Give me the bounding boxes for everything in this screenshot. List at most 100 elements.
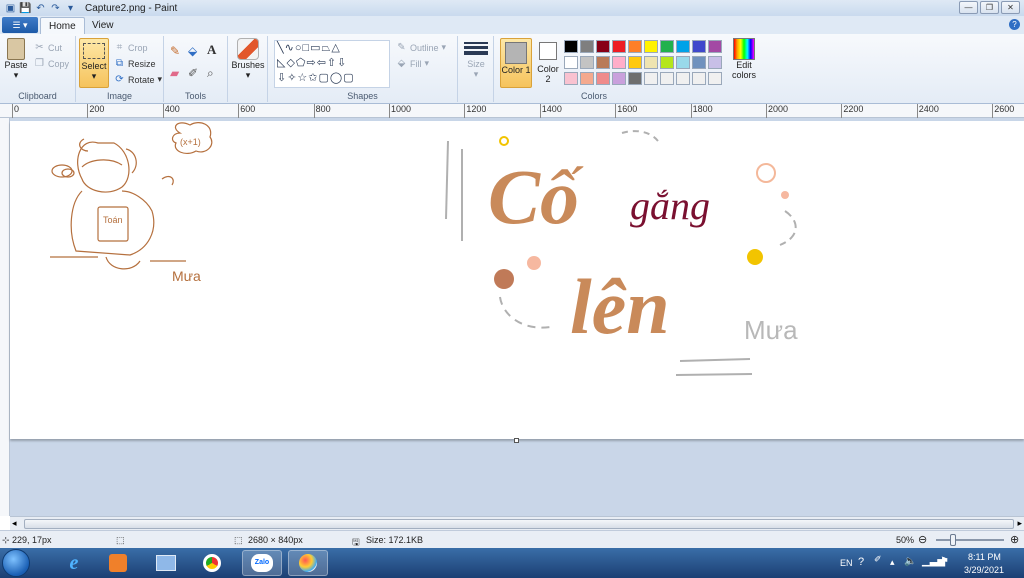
text-tool-icon[interactable]: A bbox=[207, 42, 216, 58]
palette-swatch[interactable] bbox=[580, 40, 594, 53]
pen-tray-icon[interactable]: ✐ bbox=[874, 554, 882, 565]
zoom-in-button[interactable]: ⊕ bbox=[1010, 533, 1019, 546]
media-player-icon[interactable] bbox=[98, 550, 138, 576]
palette-swatch[interactable] bbox=[708, 72, 722, 85]
horizontal-scrollbar[interactable]: ◂ ▸ bbox=[10, 516, 1024, 530]
palette-swatch[interactable] bbox=[564, 56, 578, 69]
palette-swatch[interactable] bbox=[596, 72, 610, 85]
zoom-slider[interactable] bbox=[936, 539, 1004, 541]
rotate-button[interactable]: ⟳ Rotate ▾ bbox=[114, 74, 162, 85]
zoom-slider-thumb[interactable] bbox=[950, 534, 956, 546]
start-button[interactable] bbox=[2, 549, 30, 577]
chrome-icon[interactable] bbox=[192, 550, 232, 576]
outline-label: Outline bbox=[410, 42, 439, 53]
shapes-gallery[interactable]: ╲∿○□▭⏢△ ◺◇⬠⇨⇦⇧⇩ ⇩✧☆✩▢◯▢ bbox=[274, 40, 390, 88]
ruler-label: 1800 bbox=[692, 104, 713, 114]
palette-swatch[interactable] bbox=[692, 56, 706, 69]
paint-taskbar-icon[interactable] bbox=[288, 550, 328, 576]
ruler-tick bbox=[615, 104, 617, 118]
palette-swatch[interactable] bbox=[580, 72, 594, 85]
palette-swatch[interactable] bbox=[660, 56, 674, 69]
palette-swatch[interactable] bbox=[644, 56, 658, 69]
signature-small: Mưa bbox=[172, 268, 201, 284]
palette-swatch[interactable] bbox=[628, 56, 642, 69]
zalo-icon[interactable]: Zalo bbox=[242, 550, 282, 576]
color2-button[interactable]: Color 2 bbox=[534, 42, 562, 84]
palette-swatch[interactable] bbox=[580, 56, 594, 69]
scroll-right-icon[interactable]: ▸ bbox=[1017, 518, 1022, 529]
undo-icon[interactable]: ↶ bbox=[34, 2, 47, 15]
palette-swatch[interactable] bbox=[596, 40, 610, 53]
internet-explorer-icon[interactable]: e bbox=[54, 550, 94, 576]
brushes-button[interactable]: Brushes ▾ bbox=[231, 38, 265, 81]
tab-view[interactable]: View bbox=[84, 17, 122, 34]
color1-button[interactable]: Color 1 bbox=[500, 38, 532, 88]
help-icon[interactable]: ? bbox=[1009, 19, 1020, 30]
palette-swatch[interactable] bbox=[628, 40, 642, 53]
palette-swatch[interactable] bbox=[692, 72, 706, 85]
color-picker-icon[interactable]: ✐ bbox=[188, 66, 198, 80]
palette-swatch[interactable] bbox=[596, 56, 610, 69]
zoom-out-button[interactable]: ⊖ bbox=[918, 533, 927, 546]
paint-menu-button[interactable]: ☰ ▾ bbox=[2, 17, 38, 33]
crop-button[interactable]: ⌗ Crop bbox=[114, 42, 148, 53]
vertical-ruler bbox=[0, 118, 10, 516]
pencil-icon[interactable]: ✎ bbox=[170, 44, 180, 58]
save-icon[interactable]: 💾 bbox=[19, 2, 32, 15]
ruler-tick bbox=[313, 104, 315, 118]
file-explorer-icon[interactable] bbox=[146, 550, 186, 576]
palette-swatch[interactable] bbox=[660, 40, 674, 53]
show-hidden-icons[interactable]: ▴ bbox=[890, 557, 895, 568]
tab-home[interactable]: Home bbox=[40, 17, 85, 34]
select-button[interactable]: Select ▾ bbox=[79, 38, 109, 88]
palette-swatch[interactable] bbox=[676, 40, 690, 53]
minimize-button[interactable]: — bbox=[959, 1, 978, 14]
resize-button[interactable]: ⧉ Resize bbox=[114, 58, 156, 69]
customize-qat-icon[interactable]: ▾ bbox=[64, 2, 77, 15]
image-size-icon: ⬚ bbox=[234, 535, 243, 545]
palette-swatch[interactable] bbox=[644, 72, 658, 85]
scroll-left-icon[interactable]: ◂ bbox=[12, 518, 17, 529]
magnifier-icon[interactable]: ⌕ bbox=[207, 66, 214, 81]
fill-bucket-icon[interactable]: ⬙ bbox=[188, 44, 197, 58]
copy-button[interactable]: ❐ Copy bbox=[34, 58, 69, 69]
palette-swatch[interactable] bbox=[708, 40, 722, 53]
palette-swatch[interactable] bbox=[708, 56, 722, 69]
palette-swatch[interactable] bbox=[628, 72, 642, 85]
help-tray-icon[interactable]: ? bbox=[858, 556, 864, 568]
eraser-icon[interactable]: ▰ bbox=[170, 66, 179, 80]
close-button[interactable]: ✕ bbox=[1001, 1, 1020, 14]
paint-app-icon[interactable]: ▣ bbox=[4, 2, 17, 15]
edit-colors-button[interactable]: Edit colors bbox=[728, 38, 760, 80]
cut-label: Cut bbox=[48, 42, 63, 53]
palette-swatch[interactable] bbox=[644, 40, 658, 53]
brushes-group: Brushes ▾ bbox=[228, 36, 268, 102]
palette-swatch[interactable] bbox=[660, 72, 674, 85]
ruler-label: 2200 bbox=[843, 104, 864, 114]
clock-time[interactable]: 8:11 PM bbox=[968, 552, 1001, 562]
palette-swatch[interactable] bbox=[676, 72, 690, 85]
palette-swatch[interactable] bbox=[612, 56, 626, 69]
action-center-icon[interactable]: ⚑ bbox=[940, 556, 949, 567]
language-indicator[interactable]: EN bbox=[840, 558, 853, 568]
volume-icon[interactable]: 🔈 bbox=[904, 556, 916, 567]
restore-button[interactable]: ❐ bbox=[980, 1, 999, 14]
palette-swatch[interactable] bbox=[676, 56, 690, 69]
outline-button[interactable]: ✎ Outline ▾ bbox=[396, 42, 446, 53]
palette-swatch[interactable] bbox=[692, 40, 706, 53]
clock-date[interactable]: 3/29/2021 bbox=[964, 565, 1004, 575]
palette-swatch[interactable] bbox=[612, 72, 626, 85]
redo-icon[interactable]: ↷ bbox=[49, 2, 62, 15]
drawing-canvas[interactable]: Toán (x+1) Mưa Cố gắng lên Mưa bbox=[10, 121, 1024, 439]
ruler-tick bbox=[841, 104, 843, 118]
fill-button[interactable]: ⬙ Fill ▾ bbox=[396, 58, 429, 69]
palette-swatch[interactable] bbox=[564, 72, 578, 85]
paste-button[interactable]: Paste ▾ bbox=[3, 38, 29, 81]
cut-button[interactable]: ✂ Cut bbox=[34, 42, 62, 53]
color1-swatch bbox=[505, 42, 527, 64]
size-button[interactable]: Size ▾ bbox=[462, 40, 490, 80]
scrollbar-thumb[interactable] bbox=[24, 519, 1014, 529]
palette-swatch[interactable] bbox=[612, 40, 626, 53]
canvas-resize-handle[interactable] bbox=[514, 438, 519, 443]
palette-swatch[interactable] bbox=[564, 40, 578, 53]
